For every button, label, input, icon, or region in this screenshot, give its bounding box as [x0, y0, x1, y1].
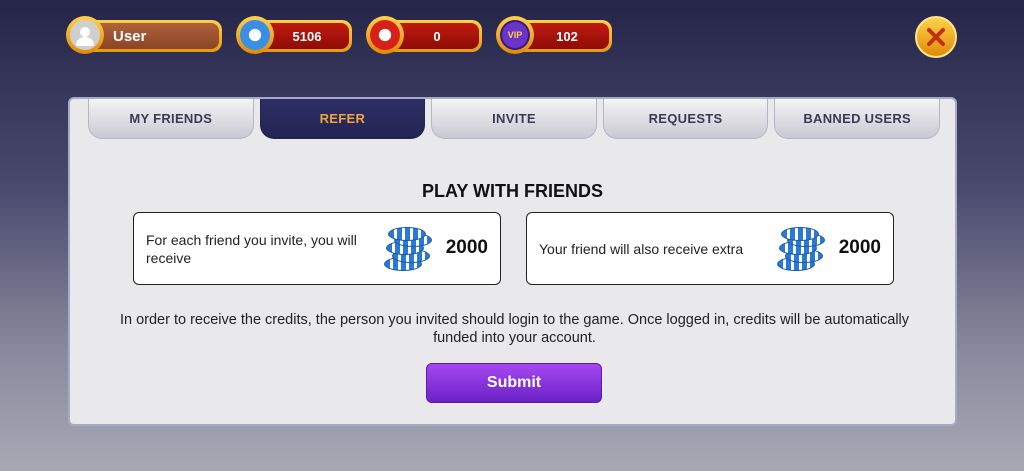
blue-chip-icon	[236, 16, 274, 54]
username-label: User	[113, 27, 147, 45]
friends-panel: MY FRIENDS REFER INVITE REQUESTS BANNED …	[68, 97, 957, 426]
info-text: In order to receive the credits, the per…	[119, 312, 910, 346]
vip-points-value: 102	[556, 28, 578, 44]
tab-invite[interactable]: INVITE	[431, 99, 597, 139]
close-button[interactable]	[915, 16, 957, 58]
tab-banned-users[interactable]: BANNED USERS	[774, 99, 940, 139]
chip-stack-icon	[775, 227, 825, 271]
tab-my-friends[interactable]: MY FRIENDS	[88, 99, 254, 139]
submit-button[interactable]: Submit	[426, 363, 602, 403]
section-heading: PLAY WITH FRIENDS	[421, 181, 604, 201]
tab-bar: MY FRIENDS REFER INVITE REQUESTS BANNED …	[88, 99, 940, 141]
referrer-reward-text: For each friend you invite, you will rec…	[146, 232, 357, 266]
top-bar: User 5106 0 102 VIP	[0, 0, 1024, 80]
chips-balance-value: 5106	[292, 28, 322, 44]
chip-stack-icon	[382, 227, 432, 271]
tab-requests[interactable]: REQUESTS	[602, 99, 769, 139]
vip-icon: VIP	[496, 16, 534, 54]
avatar[interactable]	[66, 16, 104, 54]
avatar-icon	[70, 20, 100, 50]
vip-badge-label: VIP	[500, 20, 530, 50]
friend-reward-value: 2000	[838, 237, 881, 258]
red-chip-icon	[366, 16, 404, 54]
referrer-reward-card: For each friend you invite, you will rec…	[133, 212, 501, 285]
close-icon	[927, 28, 945, 46]
referrer-reward-value: 2000	[445, 237, 488, 258]
friend-reward-text: Your friend will also receive extra	[539, 241, 744, 257]
poker-chips-value: 0	[433, 28, 441, 44]
friend-reward-card: Your friend will also receive extra 2000	[526, 212, 894, 285]
tab-refer[interactable]: REFER	[259, 99, 426, 139]
